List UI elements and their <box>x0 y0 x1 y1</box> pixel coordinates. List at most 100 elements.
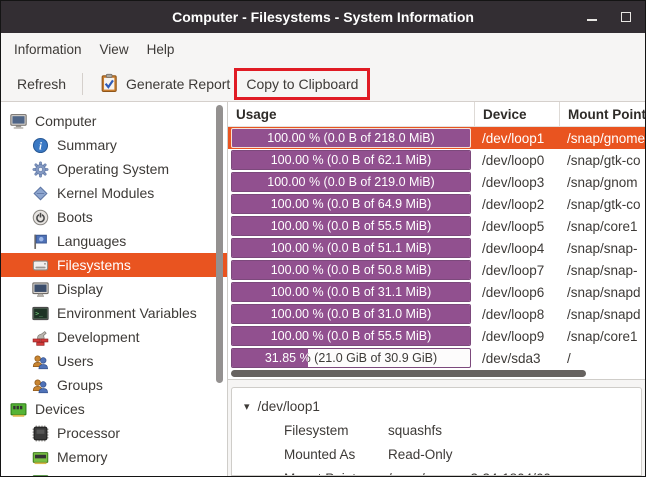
groups-icon <box>31 376 49 394</box>
sidebar-item-partial[interactable] <box>1 469 227 476</box>
sidebar-item-development[interactable]: Development <box>1 325 227 349</box>
maximize-button[interactable] <box>619 10 633 24</box>
sidebar-item-label: Environment Variables <box>57 305 197 321</box>
usage-cell: 100.00 % (0.0 B of 50.8 MiB)100.00 % (0.… <box>228 260 474 280</box>
usage-progress-bar: 100.00 % (0.0 B of 55.5 MiB)100.00 % (0.… <box>231 326 471 346</box>
table-row[interactable]: 100.00 % (0.0 B of 31.1 MiB)100.00 % (0.… <box>228 281 645 303</box>
usage-cell: 100.00 % (0.0 B of 219.0 MiB)100.00 % (0… <box>228 172 474 192</box>
menu-help[interactable]: Help <box>138 37 184 62</box>
table-row[interactable]: 100.00 % (0.0 B of 50.8 MiB)100.00 % (0.… <box>228 259 645 281</box>
copy-to-clipboard-button[interactable]: Copy to Clipboard <box>238 72 366 96</box>
computer-icon <box>9 112 27 130</box>
svg-text:>_: >_ <box>35 309 43 317</box>
column-header-device[interactable]: Device <box>474 102 559 126</box>
mount-point-cell: /snap/snap- <box>559 263 645 278</box>
column-header-mount-point[interactable]: Mount Point <box>559 102 645 126</box>
details-field-label: Mounted As <box>284 447 388 462</box>
sidebar-scrollbar[interactable] <box>216 105 223 383</box>
device-cell: /dev/loop4 <box>474 241 559 256</box>
sidebar-item-filesystems[interactable]: Filesystems <box>1 253 227 277</box>
usage-progress-bar: 31.85 % (21.0 GiB of 30.9 GiB)31.85 % (2… <box>231 348 471 368</box>
sidebar-item-environment-variables[interactable]: >_ Environment Variables <box>1 301 227 325</box>
sidebar-item-label: Kernel Modules <box>57 185 154 201</box>
app-window: Computer - Filesystems - System Informat… <box>0 0 646 477</box>
mount-point-cell: /snap/core1 <box>559 329 645 344</box>
table-row[interactable]: 31.85 % (21.0 GiB of 30.9 GiB)31.85 % (2… <box>228 347 645 369</box>
details-expander[interactable]: ▾ /dev/loop1 <box>244 394 641 418</box>
display-icon <box>31 280 49 298</box>
menu-view[interactable]: View <box>91 37 138 62</box>
details-field-label: Filesystem <box>284 423 388 438</box>
sidebar-item-boots[interactable]: Boots <box>1 205 227 229</box>
table-row[interactable]: 100.00 % (0.0 B of 64.9 MiB)100.00 % (0.… <box>228 193 645 215</box>
usage-cell: 100.00 % (0.0 B of 64.9 MiB)100.00 % (0.… <box>228 194 474 214</box>
device-cell: /dev/loop0 <box>474 153 559 168</box>
details-field-label: Mount Point <box>284 471 388 477</box>
sidebar-item-operating-system[interactable]: Operating System <box>1 157 227 181</box>
menu-bar: Information View Help <box>1 33 645 66</box>
usage-cell: 100.00 % (0.0 B of 51.1 MiB)100.00 % (0.… <box>228 238 474 258</box>
table-row[interactable]: 100.00 % (0.0 B of 51.1 MiB)100.00 % (0.… <box>228 237 645 259</box>
details-field-value: squashfs <box>388 423 442 438</box>
usage-progress-bar: 100.00 % (0.0 B of 62.1 MiB)100.00 % (0.… <box>231 150 471 170</box>
details-field-value: Read-Only <box>388 447 453 462</box>
usage-progress-bar: 100.00 % (0.0 B of 51.1 MiB)100.00 % (0.… <box>231 238 471 258</box>
sidebar-item-kernel-modules[interactable]: Kernel Modules <box>1 181 227 205</box>
sidebar-item-label: Display <box>57 281 103 297</box>
device-cell: /dev/loop6 <box>474 285 559 300</box>
device-cell: /dev/loop7 <box>474 263 559 278</box>
svg-text:i: i <box>39 141 42 152</box>
minimize-button[interactable] <box>585 10 599 24</box>
kernel-module-icon <box>31 184 49 202</box>
sidebar-item-memory[interactable]: Memory <box>1 445 227 469</box>
usage-cell: 100.00 % (0.0 B of 62.1 MiB)100.00 % (0.… <box>228 150 474 170</box>
sidebar-item-languages[interactable]: Languages <box>1 229 227 253</box>
mount-point-cell: /snap/core1 <box>559 219 645 234</box>
usage-cell: 100.00 % (0.0 B of 55.5 MiB)100.00 % (0.… <box>228 216 474 236</box>
device-cell: /dev/sda3 <box>474 351 559 366</box>
details-field-filesystem: Filesystemsquashfs <box>244 418 641 442</box>
sidebar-item-label: Boots <box>57 209 93 225</box>
generate-report-button[interactable]: Generate Report <box>91 69 238 98</box>
mount-point-cell: /snap/snapd <box>559 307 645 322</box>
horizontal-scrollbar[interactable] <box>231 370 586 377</box>
usage-progress-bar: 100.00 % (0.0 B of 64.9 MiB)100.00 % (0.… <box>231 194 471 214</box>
details-panel: ▾ /dev/loop1 FilesystemsquashfsMounted A… <box>231 387 642 476</box>
device-cell: /dev/loop9 <box>474 329 559 344</box>
clipboard-check-icon <box>99 73 120 94</box>
terminal-icon: >_ <box>31 304 49 322</box>
mount-point-cell: /snap/gnom <box>559 175 645 190</box>
mount-point-cell: /snap/gtk-co <box>559 197 645 212</box>
table-row[interactable]: 100.00 % (0.0 B of 31.0 MiB)100.00 % (0.… <box>228 303 645 325</box>
table-row[interactable]: 100.00 % (0.0 B of 55.5 MiB)100.00 % (0.… <box>228 325 645 347</box>
device-cell: /dev/loop3 <box>474 175 559 190</box>
sidebar-item-users[interactable]: Users <box>1 349 227 373</box>
sidebar-item-groups[interactable]: Groups <box>1 373 227 397</box>
circuit-board-icon <box>31 472 49 476</box>
table-row[interactable]: 100.00 % (0.0 B of 219.0 MiB)100.00 % (0… <box>228 171 645 193</box>
device-cell: /dev/loop2 <box>474 197 559 212</box>
details-field-mounted-as: Mounted AsRead-Only <box>244 442 641 466</box>
column-header-usage[interactable]: Usage <box>228 102 474 126</box>
content-area: ComputeriSummaryOperating System Kernel M… <box>1 102 645 476</box>
table-row[interactable]: 100.00 % (0.0 B of 62.1 MiB)100.00 % (0.… <box>228 149 645 171</box>
memory-icon <box>31 448 49 466</box>
mount-point-cell: / <box>559 351 645 366</box>
sidebar-item-devices[interactable]: Devices <box>1 397 227 421</box>
sidebar-item-processor[interactable]: Processor <box>1 421 227 445</box>
sidebar-item-summary[interactable]: iSummary <box>1 133 227 157</box>
table-row[interactable]: 100.00 % (0.0 B of 218.0 MiB)100.00 % (0… <box>228 127 645 149</box>
sidebar-item-label: Filesystems <box>57 257 131 273</box>
sidebar-item-computer[interactable]: Computer <box>1 109 227 133</box>
refresh-button[interactable]: Refresh <box>9 72 74 96</box>
toolbar: Refresh Generate Report Copy to Clipboar… <box>1 66 645 102</box>
table-row[interactable]: 100.00 % (0.0 B of 55.5 MiB)100.00 % (0.… <box>228 215 645 237</box>
table-header: Usage Device Mount Point <box>228 102 645 127</box>
sidebar-item-display[interactable]: Display <box>1 277 227 301</box>
development-icon <box>31 328 49 346</box>
info-icon: i <box>31 136 49 154</box>
usage-cell: 100.00 % (0.0 B of 31.1 MiB)100.00 % (0.… <box>228 282 474 302</box>
menu-information[interactable]: Information <box>5 37 91 62</box>
usage-cell: 31.85 % (21.0 GiB of 30.9 GiB)31.85 % (2… <box>228 348 474 368</box>
usage-progress-bar: 100.00 % (0.0 B of 31.0 MiB)100.00 % (0.… <box>231 304 471 324</box>
